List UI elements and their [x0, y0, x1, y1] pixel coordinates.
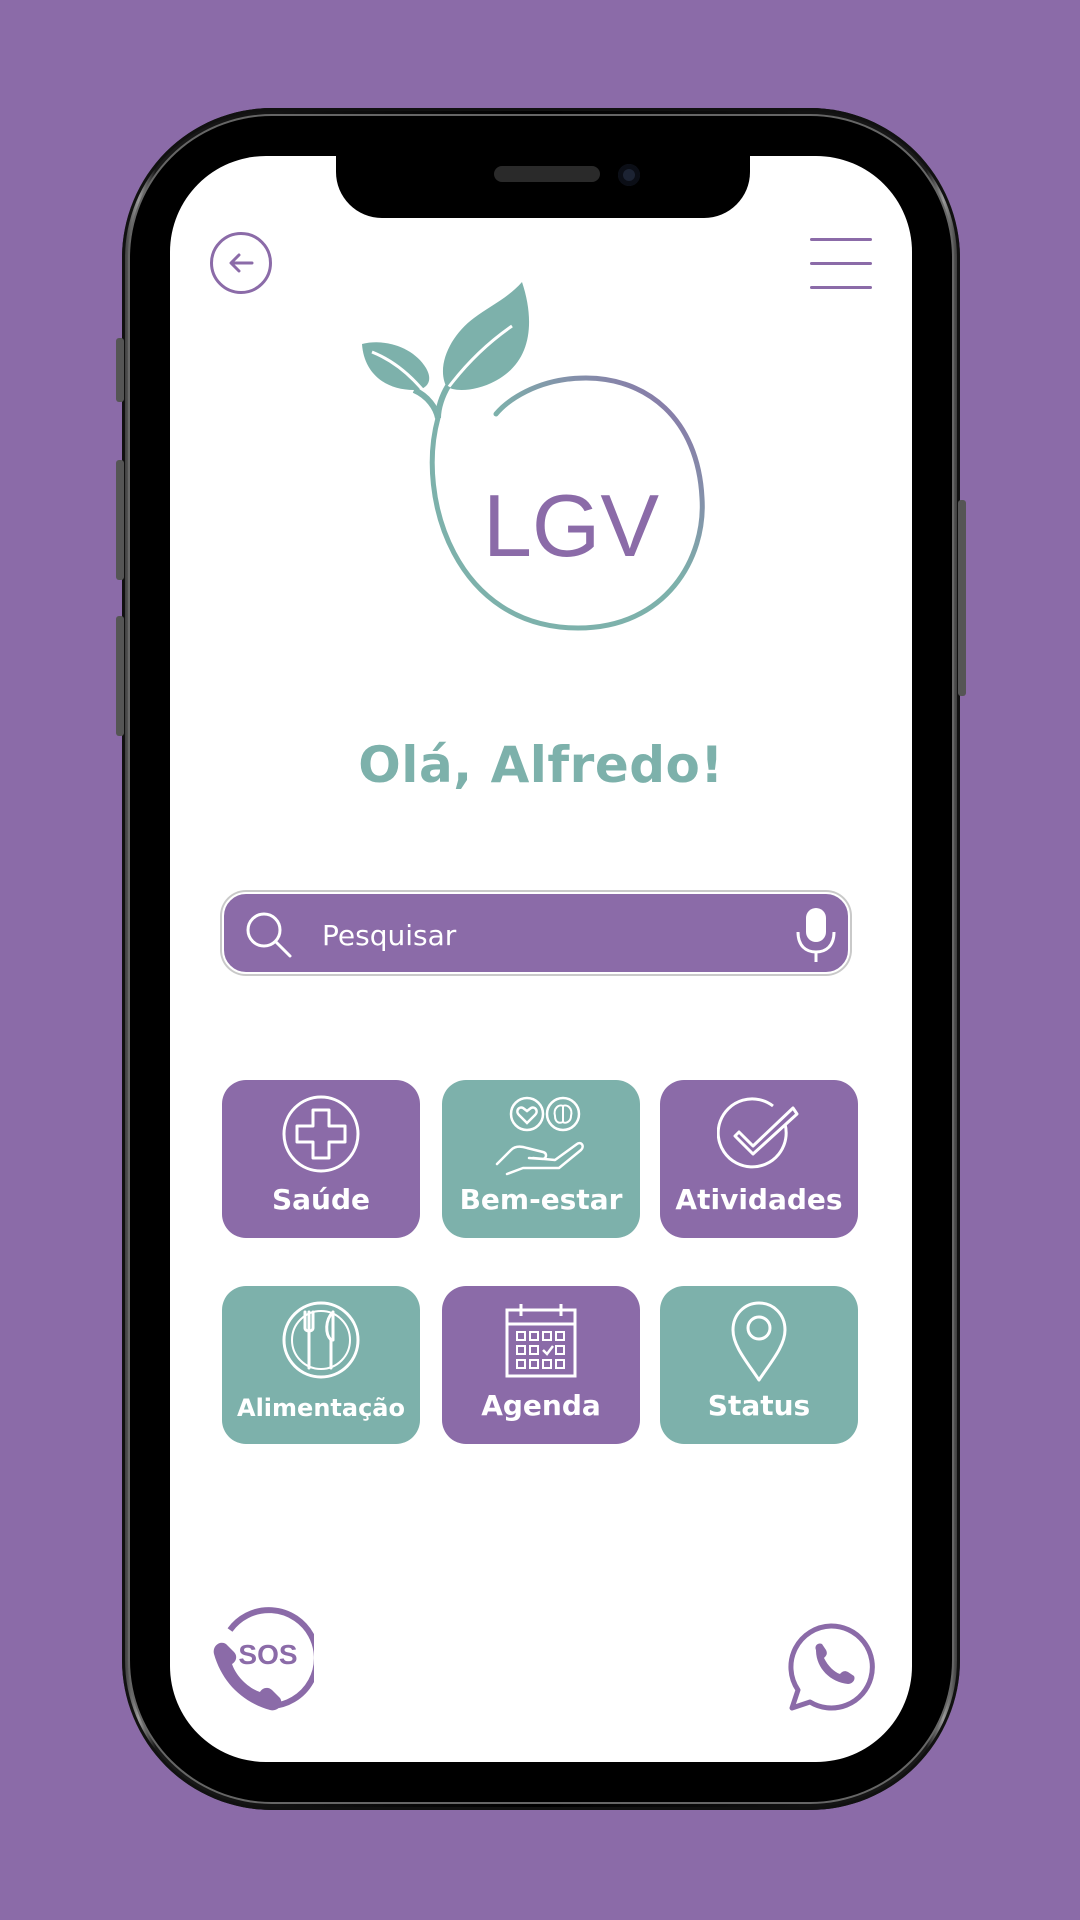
logo-text: LGV — [483, 476, 659, 575]
sos-button[interactable]: SOS — [208, 1606, 314, 1712]
tile-label: Alimentação — [237, 1394, 405, 1422]
tile-label: Agenda — [481, 1389, 601, 1422]
lgv-logo: LGV — [362, 282, 705, 631]
search-bar[interactable] — [222, 892, 850, 974]
front-camera — [618, 164, 640, 186]
sos-label: SOS — [238, 1639, 297, 1670]
tile-label: Bem-estar — [459, 1183, 623, 1216]
phone-side-button — [958, 500, 966, 696]
tile-atividades[interactable]: Atividades — [660, 1080, 858, 1238]
microphone-icon[interactable] — [794, 906, 838, 964]
tile-label: Atividades — [675, 1183, 843, 1216]
speaker-grille — [494, 166, 600, 182]
phone-side-button — [116, 460, 124, 580]
tile-status[interactable]: Status — [660, 1286, 858, 1444]
calendar-icon — [505, 1304, 577, 1378]
tile-label: Saúde — [271, 1183, 371, 1216]
phone-side-button — [116, 616, 124, 736]
search-icon — [246, 912, 292, 958]
phone-side-button — [116, 338, 124, 402]
location-pin-icon — [731, 1301, 787, 1382]
hamburger-menu-icon — [810, 238, 872, 241]
app-screen: LGV Olá, Alfredo! Saúde — [170, 156, 912, 1762]
medical-cross-icon — [282, 1095, 360, 1173]
arrow-left-icon — [229, 253, 254, 273]
hamburger-menu-icon — [810, 286, 872, 289]
tile-saude[interactable]: Saúde — [222, 1080, 420, 1238]
hamburger-menu-icon — [810, 262, 872, 265]
search-input[interactable] — [320, 912, 764, 958]
phone-notch — [336, 156, 750, 218]
check-circle-icon — [717, 1097, 799, 1169]
hand-heart-brain-icon — [495, 1096, 584, 1176]
greeting-title: Olá, Alfredo! — [358, 736, 724, 794]
tile-alimentacao[interactable]: Alimentação — [222, 1286, 420, 1444]
tile-bem-estar[interactable]: Bem-estar — [442, 1080, 640, 1238]
plate-cutlery-icon — [282, 1301, 360, 1379]
tile-agenda[interactable]: Agenda — [442, 1286, 640, 1444]
tile-label: Status — [707, 1389, 811, 1422]
menu-button[interactable] — [810, 238, 872, 290]
back-button[interactable] — [210, 232, 272, 294]
whatsapp-button[interactable] — [786, 1622, 876, 1712]
